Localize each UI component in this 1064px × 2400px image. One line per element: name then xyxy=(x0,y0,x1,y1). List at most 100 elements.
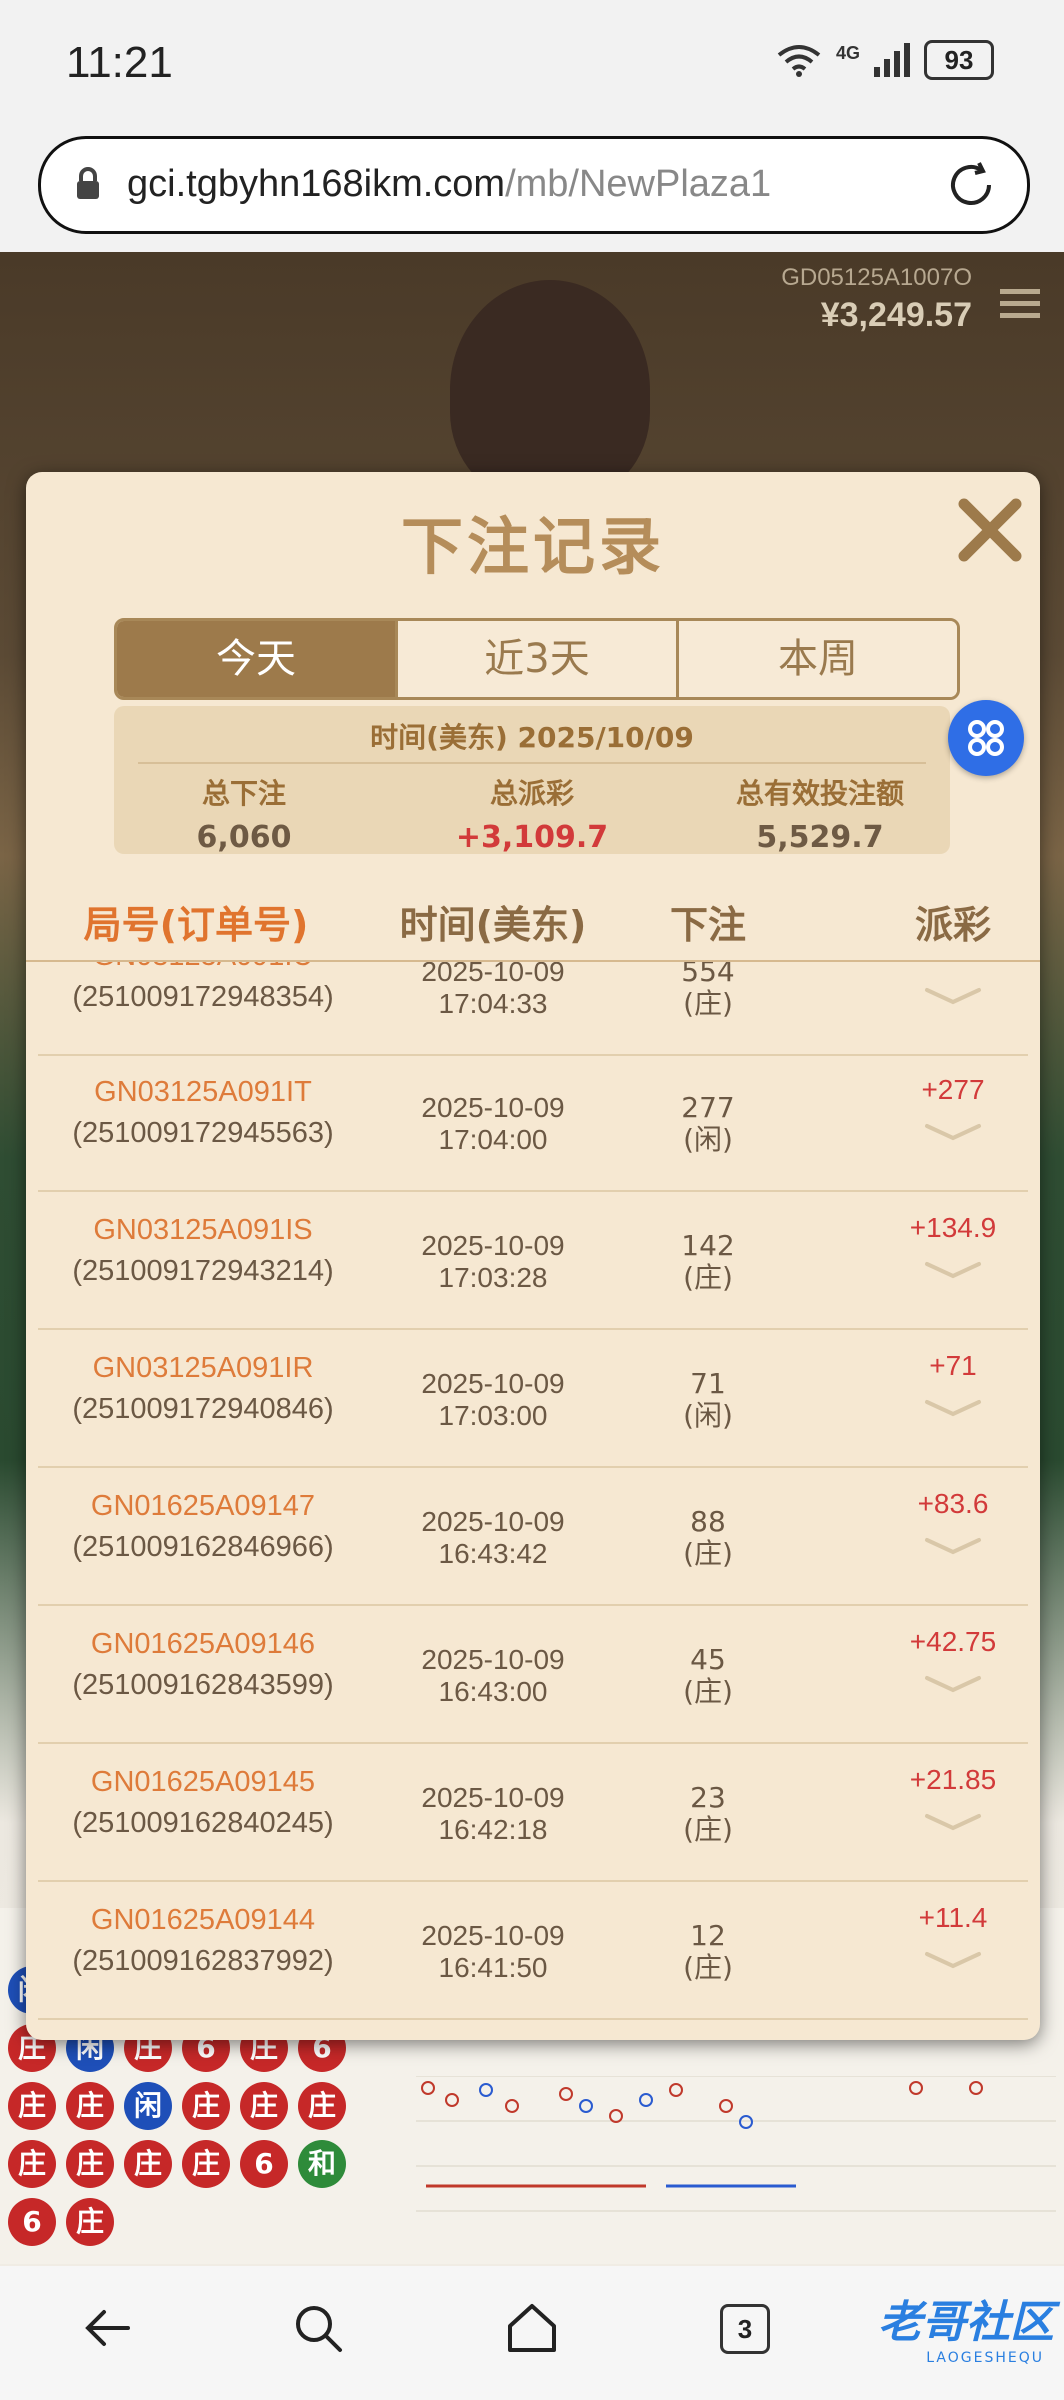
tab-this-week[interactable]: 本周 xyxy=(679,621,957,697)
table-row[interactable]: GN01625A09145 (251009162840245) 2025-10-09… xyxy=(38,1744,1028,1882)
bet-cell: 45 (庄) xyxy=(618,1644,798,1708)
table-id: GD05125A1007O xyxy=(781,264,972,291)
round-cell: GN03125A091IT (251009172945563) xyxy=(38,1076,368,1150)
round-cell: GN03125A091IR (251009172940846) xyxy=(38,1352,368,1426)
chevron-down-icon[interactable] xyxy=(923,1810,983,1834)
url-host: gci.tgbyhn168ikm.com xyxy=(127,163,506,205)
bet-list[interactable]: GN03125A091IU (251009172948354) 2025-10-09… xyxy=(38,962,1028,2026)
bet-side: (庄) xyxy=(683,1813,733,1846)
bet-date: 2025-10-09 xyxy=(421,1092,565,1123)
table-row[interactable]: GN03125A091IU (251009172948354) 2025-10-09… xyxy=(38,962,1028,1056)
table-row[interactable]: GN03125A091IR (251009172940846) 2025-10-09… xyxy=(38,1330,1028,1468)
round-number: GN03125A091IT xyxy=(94,1076,312,1108)
order-number: (251009172943214) xyxy=(72,1255,334,1287)
chevron-down-icon[interactable] xyxy=(923,1258,983,1282)
total-payout-block: 总派彩 +3,109.7 xyxy=(402,772,662,855)
bet-date: 2025-10-09 xyxy=(421,1368,565,1399)
table-row[interactable]: GN03125A091IS (251009172943214) 2025-10-09… xyxy=(38,1192,1028,1330)
round-cell: GN03125A091IU (251009172948354) xyxy=(38,962,368,1014)
bet-cell: 23 (庄) xyxy=(618,1782,798,1846)
bet-cell: 12 (庄) xyxy=(618,1920,798,1984)
search-icon[interactable] xyxy=(292,2302,344,2354)
tab-last-3-days[interactable]: 近3天 xyxy=(398,621,679,697)
payout-cell: +134.9 xyxy=(878,1212,1028,1286)
url-path: /mb/NewPlaza1 xyxy=(505,163,772,205)
bet-side: (闲) xyxy=(683,1399,733,1432)
order-number: (251009162840245) xyxy=(72,1807,334,1839)
table-row[interactable]: GN01625A09147 (251009162846966) 2025-10-09… xyxy=(38,1468,1028,1606)
column-header-payout: 派彩 xyxy=(914,903,991,947)
bet-date: 2025-10-09 xyxy=(421,1920,565,1951)
chevron-down-icon[interactable] xyxy=(923,1120,983,1144)
road-bead: 庄 xyxy=(298,2082,346,2130)
table-header: 局号(订单号) 时间(美东) 下注 派彩 xyxy=(26,894,1040,962)
round-number: GN01625A09145 xyxy=(90,1766,316,1798)
payout-value: +21.85 xyxy=(909,1764,997,1795)
close-icon[interactable] xyxy=(954,494,1026,566)
bet-history-modal: 下注记录 今天 近3天 本周 时间(美东) 2025/10/09 总下注 6,0… xyxy=(26,472,1040,2040)
bet-side: (庄) xyxy=(683,1951,733,1984)
order-number: (251009162843599) xyxy=(72,1669,334,1701)
chevron-down-icon[interactable] xyxy=(923,1948,983,1972)
time-cell: 2025-10-09 16:41:50 xyxy=(368,1920,618,1984)
round-number: GN01625A09146 xyxy=(90,1628,316,1660)
home-icon[interactable] xyxy=(504,2302,560,2354)
bet-side: (庄) xyxy=(683,1261,733,1294)
bet-cell: 554 (庄) xyxy=(618,962,798,1020)
table-row[interactable]: GN01625A09146 (251009162843599) 2025-10-09… xyxy=(38,1606,1028,1744)
bet-clock: 16:42:18 xyxy=(438,1814,548,1845)
tab-today[interactable]: 今天 xyxy=(117,621,398,697)
reload-icon[interactable] xyxy=(945,159,997,211)
balance: ¥3,249.57 xyxy=(820,296,972,334)
hamburger-menu-icon[interactable] xyxy=(1000,282,1040,325)
payout-cell: +42.75 xyxy=(878,1626,1028,1700)
signal-icon xyxy=(874,43,910,77)
round-number: GN03125A091IR xyxy=(92,1352,314,1384)
time-cell: 2025-10-09 16:42:18 xyxy=(368,1782,618,1846)
status-time: 11:21 xyxy=(66,38,173,87)
summary-divider xyxy=(138,762,926,764)
address-bar[interactable]: gci.tgbyhn168ikm.com/mb/NewPlaza1 xyxy=(38,136,1030,234)
dealer-image xyxy=(450,280,650,500)
order-number: (251009172948354) xyxy=(72,981,334,1013)
table-row[interactable]: GN01625A09144 (251009162837992) 2025-10-09… xyxy=(38,1882,1028,2020)
total-payout-value: +3,109.7 xyxy=(455,820,609,855)
payout-cell: +71 xyxy=(878,1350,1028,1424)
round-cell: GN01625A09147 (251009162846966) xyxy=(38,1490,368,1564)
browser-nav-bar: 3 老哥社区 LAOGESHEQU xyxy=(0,2266,1064,2400)
grid-menu-button[interactable] xyxy=(948,700,1024,776)
date-range-tabs: 今天 近3天 本周 xyxy=(114,618,960,700)
summary-panel: 时间(美东) 2025/10/09 总下注 6,060 总派彩 +3,109.7… xyxy=(114,706,950,855)
bet-amount: 71 xyxy=(690,1367,726,1400)
modal-title: 下注记录 xyxy=(400,510,665,583)
road-bead: 6 xyxy=(8,2198,56,2246)
valid-bet-value: 5,529.7 xyxy=(756,820,884,855)
chevron-down-icon[interactable] xyxy=(923,1672,983,1696)
time-cell: 2025-10-09 16:43:00 xyxy=(368,1644,618,1708)
bet-clock: 16:43:42 xyxy=(438,1538,548,1569)
bet-amount: 88 xyxy=(690,1505,726,1538)
table-row[interactable]: GN03125A091IT (251009172945563) 2025-10-09… xyxy=(38,1054,1028,1192)
bet-amount: 142 xyxy=(681,1229,735,1262)
back-icon[interactable] xyxy=(82,2302,134,2354)
bet-amount: 554 xyxy=(681,962,735,988)
big-road-grid xyxy=(416,2076,1056,2212)
bet-side: (庄) xyxy=(683,1675,733,1708)
bet-clock: 17:03:00 xyxy=(438,1400,548,1431)
chevron-down-icon[interactable] xyxy=(923,1534,983,1558)
column-header-round: 局号(订单号) xyxy=(83,903,309,947)
total-bet-value: 6,060 xyxy=(196,820,292,855)
chevron-down-icon[interactable] xyxy=(923,1396,983,1420)
column-header-time: 时间(美东) xyxy=(399,903,587,947)
payout-value: +134.9 xyxy=(909,1212,997,1243)
bet-side: (庄) xyxy=(683,987,733,1020)
road-bead: 庄 xyxy=(182,2140,230,2188)
road-bead: 庄 xyxy=(124,2140,172,2188)
payout-cell: +83.6 xyxy=(878,1488,1028,1562)
bet-clock: 17:04:00 xyxy=(438,1124,548,1155)
payout-value: +71 xyxy=(929,1350,977,1381)
bet-clock: 17:03:28 xyxy=(438,1262,548,1293)
tabs-count-button[interactable]: 3 xyxy=(720,2304,770,2354)
chevron-down-icon[interactable] xyxy=(923,984,983,1008)
grid-icon xyxy=(968,720,1004,756)
